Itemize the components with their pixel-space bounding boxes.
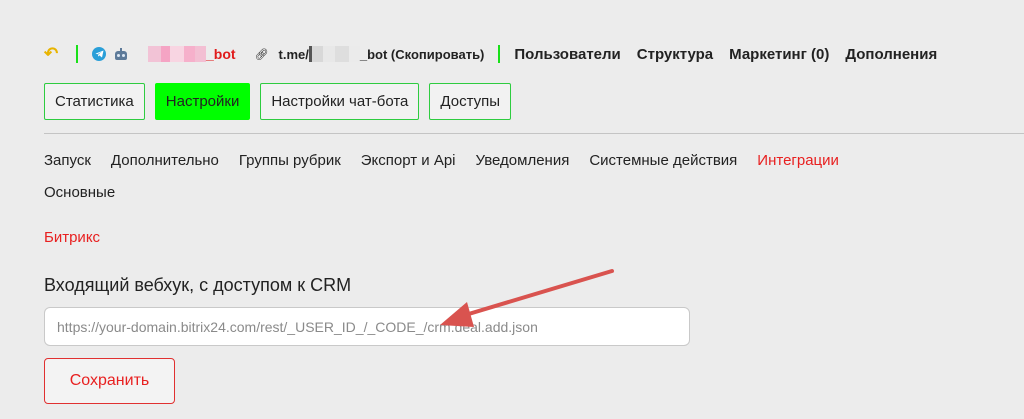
tab-settings[interactable]: Настройки xyxy=(154,83,251,120)
undo-arrow-icon[interactable]: ↶ xyxy=(44,44,62,64)
main-tabs: Статистика Настройки Настройки чат-бота … xyxy=(44,83,521,120)
bot-link[interactable]: t.me/ _bot (Скопировать) xyxy=(278,46,485,62)
subnav-rubric-groups[interactable]: Группы рубрик xyxy=(239,152,341,169)
separator xyxy=(498,45,501,63)
bot-name-suffix: _bot xyxy=(206,46,236,62)
webhook-field-label: Входящий вебхук, с доступом к CRM xyxy=(44,275,352,295)
redacted-text xyxy=(184,46,195,62)
robot-icon[interactable] xyxy=(114,47,128,61)
subnav-basic[interactable]: Основные xyxy=(44,184,115,201)
bot-name: _bot xyxy=(148,46,236,62)
redacted-text xyxy=(195,46,206,62)
save-button[interactable]: Сохранить xyxy=(44,358,175,404)
integration-bitrix-link[interactable]: Битрикс xyxy=(44,229,100,246)
redacted-text xyxy=(170,46,184,62)
redacted-text xyxy=(322,46,335,62)
copy-link-button[interactable]: _bot (Скопировать) xyxy=(360,47,485,62)
tab-statistics[interactable]: Статистика xyxy=(44,83,145,120)
redacted-text xyxy=(161,46,170,62)
divider xyxy=(44,133,1024,134)
separator xyxy=(76,45,78,63)
redacted-text xyxy=(348,46,360,62)
redacted-text xyxy=(148,46,161,62)
nav-users[interactable]: Пользователи xyxy=(514,46,620,63)
redacted-text xyxy=(334,46,349,62)
subnav-additional[interactable]: Дополнительно xyxy=(111,152,219,169)
top-bar: ↶ _bot 🔗︎ t.me/ _bot (Скопировать) Польз… xyxy=(44,43,937,65)
nav-addons[interactable]: Дополнения xyxy=(845,46,937,63)
redacted-text xyxy=(311,46,323,62)
link-icon[interactable]: 🔗︎ xyxy=(255,48,269,61)
bot-link-prefix: t.me/ xyxy=(278,46,309,62)
tab-chatbot-settings[interactable]: Настройки чат-бота xyxy=(260,83,420,120)
subnav-launch[interactable]: Запуск xyxy=(44,152,91,169)
settings-subnav: Запуск Дополнительно Группы рубрик Экспо… xyxy=(44,152,859,169)
webhook-url-input[interactable] xyxy=(44,307,690,346)
nav-marketing[interactable]: Маркетинг (0) xyxy=(729,46,829,63)
tab-access[interactable]: Доступы xyxy=(429,83,512,120)
nav-structure[interactable]: Структура xyxy=(637,46,713,63)
telegram-icon[interactable] xyxy=(92,47,106,61)
subnav-export-api[interactable]: Экспорт и Api xyxy=(361,152,456,169)
subnav-notifications[interactable]: Уведомления xyxy=(476,152,570,169)
subnav-system-actions[interactable]: Системные действия xyxy=(589,152,737,169)
subnav-integrations[interactable]: Интеграции xyxy=(757,152,839,169)
